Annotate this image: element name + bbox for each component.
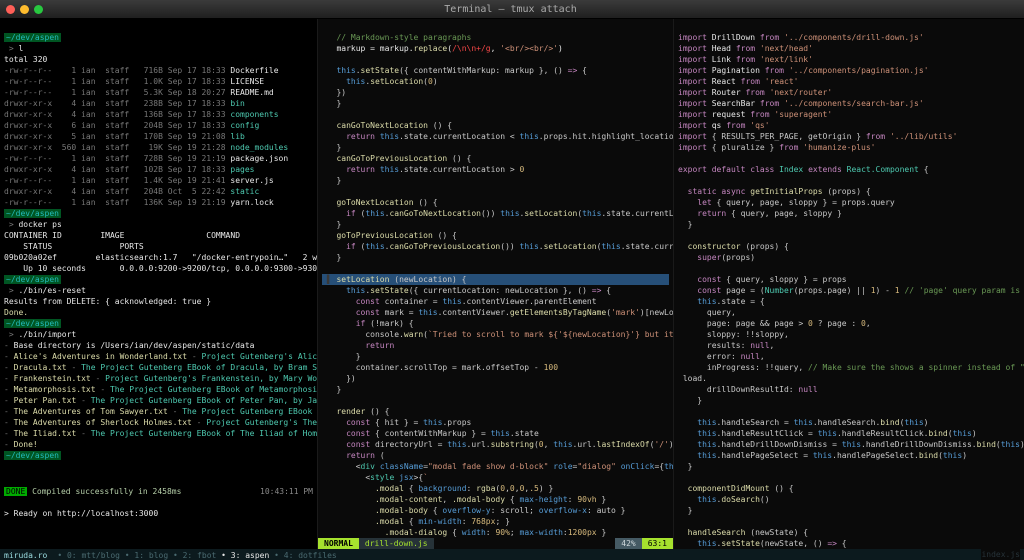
webpack-time: 10:43:11 PM [260,486,313,497]
traffic-lights [6,5,43,14]
fn-name: goToNextLocation [336,198,413,207]
tmux-tab[interactable]: • 4: dotfiles [269,551,336,560]
prompt-cwd: ~/dev/aspen [4,319,61,328]
code-comment: // Markdown-style paragraphs [336,33,471,42]
docker-row: 09b020a02ef elasticsearch:1.7 "/docker-e… [4,253,318,273]
tmux-session: miruda.ro [4,550,47,560]
tmux-statusbar: miruda.ro • 0: mtt/blog • 1: blog • 2: f… [0,549,1024,560]
tmux-tab[interactable]: • 1: blog [120,551,168,560]
prompt-cwd: ~/dev/aspen [4,275,61,284]
vim-pane-drilldown[interactable]: // Markdown-style paragraphs markup = ma… [318,19,674,549]
tmux-tab[interactable]: • 3: aspen [216,551,269,560]
import-books: - Alice's Adventures in Wonderland.txt -… [4,352,318,438]
cmd-l: l [18,44,23,53]
done-line: Done. [4,308,28,317]
macos-titlebar: Terminal — tmux attach [0,0,1024,19]
vim-percent: 42% [615,538,641,549]
import-basedir: Base directory is /Users/ian/dev/aspen/s… [14,341,255,350]
vim-statusline: NORMAL drill-down.js 42% 63:1 [318,537,673,549]
vim-linecol: 63:1 [642,538,673,549]
fn-name: goToPreviousLocation [336,231,432,240]
vim-filename: drill-down.js [359,538,434,549]
ls-total: total 320 [4,55,47,64]
cmd-es-reset: ./bin/es-reset [18,286,85,295]
prompt-cwd: ~/dev/aspen [4,451,61,460]
webpack-msg: Compiled successfully in 2458ms [32,487,181,496]
window-title: Terminal — tmux attach [43,4,978,15]
zoom-icon[interactable] [34,5,43,14]
minimize-icon[interactable] [20,5,29,14]
webpack-done-badge: DONE [4,487,27,496]
tmux-tab[interactable]: • 2: fbot [168,551,216,560]
ls-listing: -rw-r--r-- 1 ian staff 716B Sep 17 18:33… [4,66,288,207]
vim-pane-index[interactable]: import DrillDown from '../components/dri… [674,19,1024,549]
tmux-workarea: ~/dev/aspen > l total 320 -rw-r--r-- 1 i… [0,19,1024,549]
vim-mode: NORMAL [318,538,359,549]
es-reset-output: Results from DELETE: { acknowledged: tru… [4,297,211,306]
docker-header: CONTAINER ID IMAGE COMMAND CREATED STATU… [4,231,318,251]
fn-name: canGoToPreviousLocation [336,154,447,163]
close-icon[interactable] [6,5,15,14]
shell-pane[interactable]: ~/dev/aspen > l total 320 -rw-r--r-- 1 i… [0,19,318,549]
cmd-docker-ps: docker ps [18,220,61,229]
tmux-tabs[interactable]: • 0: mtt/blog • 1: blog • 2: fbot • 3: a… [57,550,336,560]
fn-name: canGoToNextLocation [336,121,428,130]
ready-line: Ready on http://localhost:3000 [14,509,159,518]
cmd-import: ./bin/import [18,330,76,339]
tmux-tab[interactable]: • 0: mtt/blog [57,551,120,560]
done2: Done! [14,440,38,449]
prompt-cwd: ~/dev/aspen [4,33,61,42]
prompt-cwd: ~/dev/aspen [4,209,61,218]
